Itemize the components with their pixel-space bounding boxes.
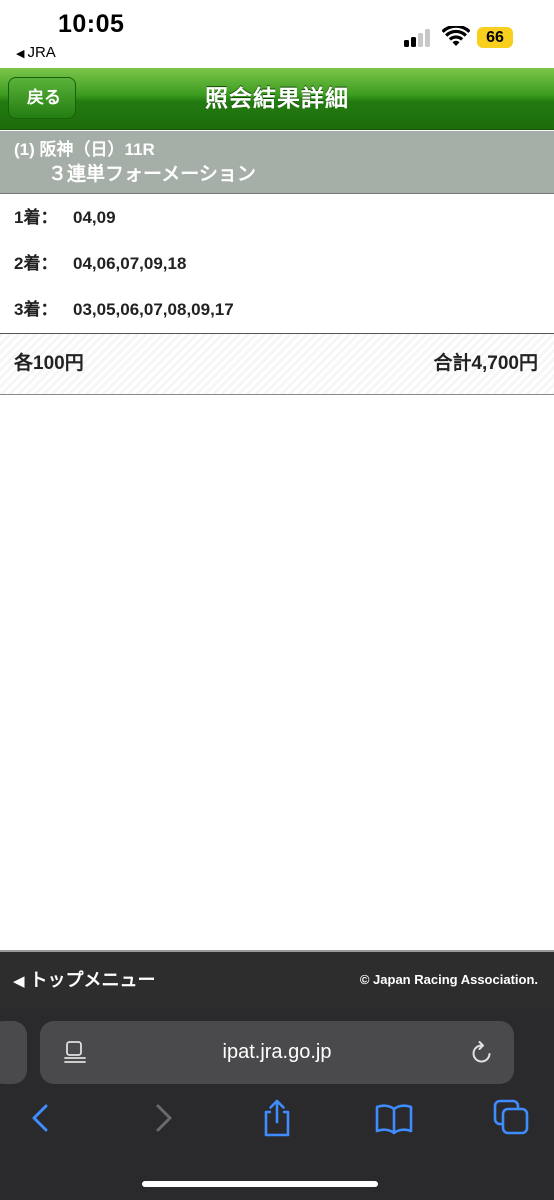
bet-type: ３連単フォーメーション xyxy=(48,164,256,185)
top-menu-link[interactable]: ◀ トップメニュー xyxy=(13,952,156,1010)
page-title: 照会結果詳細 xyxy=(205,85,349,111)
share-icon[interactable] xyxy=(257,1098,297,1138)
top-menu-label: トップメニュー xyxy=(29,970,156,990)
back-triangle-icon: ◀ xyxy=(16,48,25,60)
row-label: 2着： xyxy=(14,254,58,273)
selection-row-2nd: 2着： 04,06,07,09,18 xyxy=(0,241,554,288)
reload-icon[interactable] xyxy=(470,1040,494,1066)
selection-row-3rd: 3着： 03,05,06,07,08,09,17 xyxy=(0,287,554,334)
summary-row: 各100円 合計4,700円 xyxy=(0,334,554,395)
selection-row-1st: 1着： 04,09 xyxy=(0,195,554,242)
back-app-label: JRA xyxy=(27,44,56,61)
left-triangle-icon: ◀ xyxy=(13,973,25,990)
total-amount: 合計4,700円 xyxy=(433,353,538,374)
battery-indicator: 66 xyxy=(477,27,513,48)
back-button-label: 戻る xyxy=(27,88,61,107)
unit-amount: 各100円 xyxy=(14,353,84,374)
row-label: 3着： xyxy=(14,300,58,319)
row-value: 04,09 xyxy=(73,208,116,227)
back-nav-icon[interactable] xyxy=(22,1098,62,1138)
app-header: 照会結果詳細 戻る xyxy=(0,68,554,130)
forward-nav-icon[interactable] xyxy=(142,1098,182,1138)
browser-toolbar: ipat.jra.go.jp xyxy=(0,1008,554,1200)
copyright-text: © Japan Racing Association. xyxy=(359,972,538,987)
url-text: ipat.jra.go.jp xyxy=(222,1041,332,1063)
footer-bar: ◀ トップメニュー © Japan Racing Association. xyxy=(0,952,554,1008)
race-name: (1) 阪神（日）11R xyxy=(14,140,155,159)
cellular-signal-icon xyxy=(404,29,434,47)
back-to-app-link[interactable]: ◀ JRA xyxy=(16,44,56,61)
home-indicator xyxy=(142,1181,378,1187)
status-time: 10:05 xyxy=(58,10,125,38)
row-value: 03,05,06,07,08,09,17 xyxy=(73,300,234,319)
row-value: 04,06,07,09,18 xyxy=(73,254,187,273)
previous-tab-preview[interactable] xyxy=(0,1021,27,1084)
race-header: (1) 阪神（日）11R ３連単フォーメーション xyxy=(0,131,554,194)
row-label: 1着： xyxy=(14,208,58,227)
wifi-icon xyxy=(442,26,470,46)
address-bar[interactable]: ipat.jra.go.jp xyxy=(40,1021,514,1084)
back-button[interactable]: 戻る xyxy=(8,77,76,119)
bookmarks-icon[interactable] xyxy=(374,1098,414,1138)
status-bar: 10:05 ◀ JRA 66 xyxy=(0,0,554,68)
tabs-icon[interactable] xyxy=(492,1098,532,1138)
